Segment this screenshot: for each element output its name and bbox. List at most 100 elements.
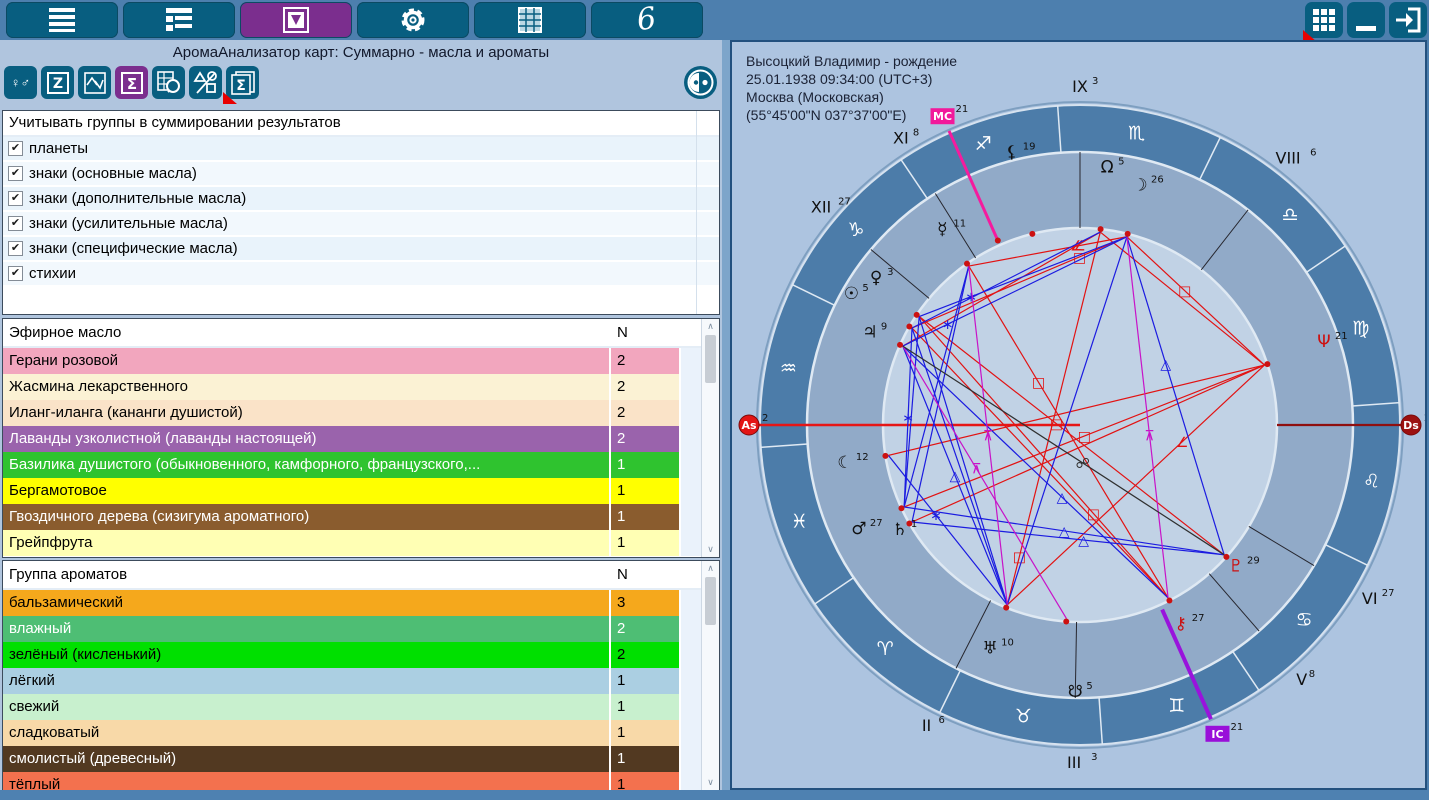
aspects-tool-button[interactable] (78, 66, 111, 99)
chart-select-button[interactable] (240, 2, 352, 38)
table-row[interactable]: Грейпфрута1 (3, 530, 719, 556)
row-count: 1 (611, 720, 681, 746)
table-row[interactable]: Бергамотовое1 (3, 478, 719, 504)
table-row[interactable]: Иланг-иланга (кананги душистой)2 (3, 400, 719, 426)
table-row[interactable]: Лаванды узколистной (лаванды настоящей)2 (3, 426, 719, 452)
mercury-glyph: ☿ (937, 219, 947, 239)
summary-tool-button[interactable]: Σ (115, 66, 148, 99)
filter-item[interactable]: ✔знаки (основные масла) (3, 162, 719, 187)
scroll-thumb[interactable] (705, 577, 716, 625)
windows-button[interactable] (123, 2, 235, 38)
panel-title: АромаАнализатор карт: Суммарно - масла и… (0, 44, 722, 61)
aroma-groups-table: Группа ароматовNбальзамический3влажный2з… (2, 560, 720, 791)
chart-info-line: 25.01.1938 09:34:00 (UTC+3) (746, 70, 957, 88)
tables-button[interactable] (474, 2, 586, 38)
column-header[interactable]: Группа ароматов (3, 561, 611, 588)
table-row[interactable]: смолистый (древесный)1 (3, 746, 719, 772)
vertical-scrollbar[interactable]: ∧∨ (701, 319, 719, 557)
zodiac-icon: Z (46, 71, 70, 95)
filter-checkbox[interactable]: ✔ (8, 141, 23, 156)
settings-button[interactable] (357, 2, 469, 38)
column-header-n[interactable]: N (611, 561, 681, 588)
table-row[interactable]: зелёный (кисленький)2 (3, 642, 719, 668)
aspects-icon (83, 71, 107, 95)
table-row[interactable]: Базилика душистого (обыкновенного, камфо… (3, 452, 719, 478)
filter-item[interactable]: ✔знаки (дополнительные масла) (3, 187, 719, 212)
aspect-sextile-glyph: ∗ (902, 410, 914, 426)
svg-text:Σ: Σ (126, 75, 136, 93)
shapes-tool-button[interactable] (189, 66, 222, 99)
exit-button[interactable] (1389, 2, 1427, 38)
aspect-quincunx-glyph: ⊼ (1144, 428, 1154, 444)
filter-checkbox[interactable]: ✔ (8, 241, 23, 256)
neptune-glyph: Ψ (1317, 332, 1330, 352)
planets-tool-button[interactable]: ♀♂ (4, 66, 37, 99)
venus-dot (914, 312, 920, 318)
panel-gap (722, 40, 730, 790)
menu-button[interactable] (6, 2, 118, 38)
zodiac-tool-button[interactable]: Z (41, 66, 74, 99)
filter-item[interactable]: ✔стихии (3, 262, 719, 287)
table-row[interactable]: свежий1 (3, 694, 719, 720)
vertical-scrollbar[interactable]: ∧∨ (701, 561, 719, 790)
filter-checkbox[interactable]: ✔ (8, 191, 23, 206)
table-row[interactable]: Жасмина лекарственного2 (3, 374, 719, 400)
house-degree-XI: 8 (913, 127, 919, 138)
filter-item[interactable]: ✔планеты (3, 137, 719, 162)
table-search-tool-button[interactable] (152, 66, 185, 99)
column-header-n[interactable]: N (611, 319, 681, 346)
minimize-button[interactable] (1347, 2, 1385, 38)
row-label: Лаванды узколистной (лаванды настоящей) (3, 426, 611, 452)
main-toolbar: 6 (0, 0, 1429, 40)
scroll-thumb[interactable] (705, 335, 716, 383)
sun-dot (906, 324, 912, 330)
table-row[interactable]: лёгкий1 (3, 668, 719, 694)
filter-checkbox[interactable]: ✔ (8, 266, 23, 281)
filter-header: Учитывать группы в суммировании результа… (3, 111, 719, 137)
row-label: сладковатый (3, 720, 611, 746)
scroll-up-icon[interactable]: ∧ (707, 561, 714, 576)
filter-checkbox[interactable]: ✔ (8, 166, 23, 181)
row-count: 1 (611, 530, 681, 556)
row-label: Бергамотовое (3, 478, 611, 504)
chiron-dot (1166, 598, 1172, 604)
ds-badge-degree: 2 (1424, 413, 1425, 424)
filter-item[interactable]: ✔ знаки (усилительные масла) (3, 212, 719, 237)
table-row[interactable]: тёплый1 (3, 772, 719, 791)
row-label: лёгкий (3, 668, 611, 694)
table-row[interactable]: Герани розовой2 (3, 348, 719, 374)
house-degree-VI: 27 (1382, 588, 1395, 599)
summary-pages-tool-button[interactable]: Σ (226, 66, 259, 99)
table-row[interactable]: влажный2 (3, 616, 719, 642)
ic-badge-degree: 21 (1230, 722, 1243, 733)
mc-badge-degree: 21 (956, 104, 969, 115)
aspect-opposition-glyph: ☍ (1076, 456, 1090, 472)
row-label: свежий (3, 694, 611, 720)
row-count: 1 (611, 772, 681, 791)
logo-button[interactable]: 6 (591, 2, 703, 38)
filter-item[interactable]: ✔знаки (специфические масла) (3, 237, 719, 262)
scroll-down-icon[interactable]: ∨ (707, 542, 714, 557)
grid-window-button[interactable] (1305, 2, 1343, 38)
chart-info-line: Москва (Московская) (746, 88, 957, 106)
aspect-trine-glyph: △ (950, 468, 961, 484)
table-row[interactable]: Гвоздичного дерева (сизигума ароматного)… (3, 504, 719, 530)
row-count: 3 (611, 590, 681, 616)
chart-info-line: (55°45'00"N 037°37'00"E) (746, 106, 957, 124)
contrast-button[interactable] (684, 66, 717, 99)
filter-label: знаки (усилительные масла) (29, 215, 228, 232)
filter-checkbox[interactable]: ✔ (8, 216, 23, 231)
gear-icon (397, 5, 429, 35)
taurus-sign-glyph: ♉ (1015, 706, 1032, 728)
minimize-icon (1353, 7, 1379, 33)
ic-badge-label: IC (1211, 728, 1223, 741)
scroll-up-icon[interactable]: ∧ (707, 319, 714, 334)
moon-dot (1125, 231, 1131, 237)
scroll-down-icon[interactable]: ∨ (707, 775, 714, 790)
table-row[interactable]: сладковатый1 (3, 720, 719, 746)
planets-icon: ♀♂ (11, 75, 31, 90)
column-header[interactable]: Эфирное масло (3, 319, 611, 346)
table-row[interactable]: бальзамический3 (3, 590, 719, 616)
ds-badge-label: Ds (1403, 419, 1419, 432)
selena-glyph: ☾ (837, 453, 852, 473)
